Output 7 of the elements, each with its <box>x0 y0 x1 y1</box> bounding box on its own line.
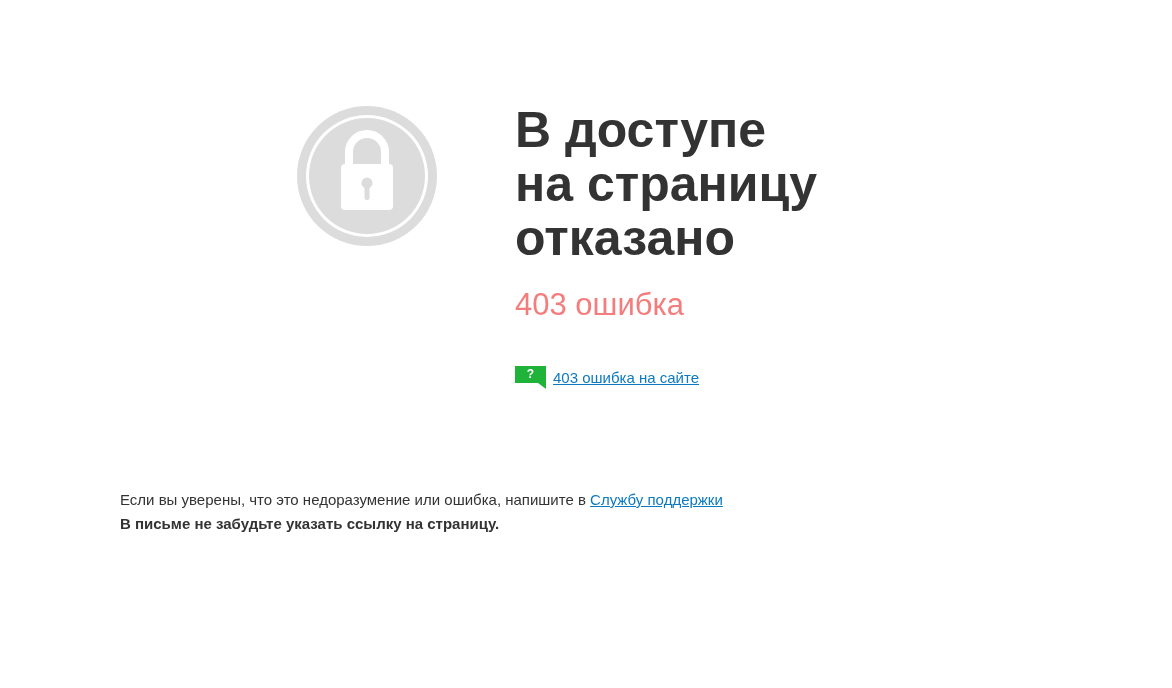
support-note: Если вы уверены, что это недоразумение или ошибка, напишите в Службу поддержки <box>120 490 724 510</box>
help-icon: ? <box>515 366 546 389</box>
reminder-text: В письме не забудьте указать ссылку на страницу. <box>120 514 501 534</box>
help-link[interactable]: 403 ошибка на сайте <box>553 369 699 386</box>
page-title: В доступе на страницу отказано <box>515 103 818 265</box>
support-link[interactable]: Службу поддержки <box>590 491 723 508</box>
error-code: 403 ошибка <box>515 287 685 323</box>
